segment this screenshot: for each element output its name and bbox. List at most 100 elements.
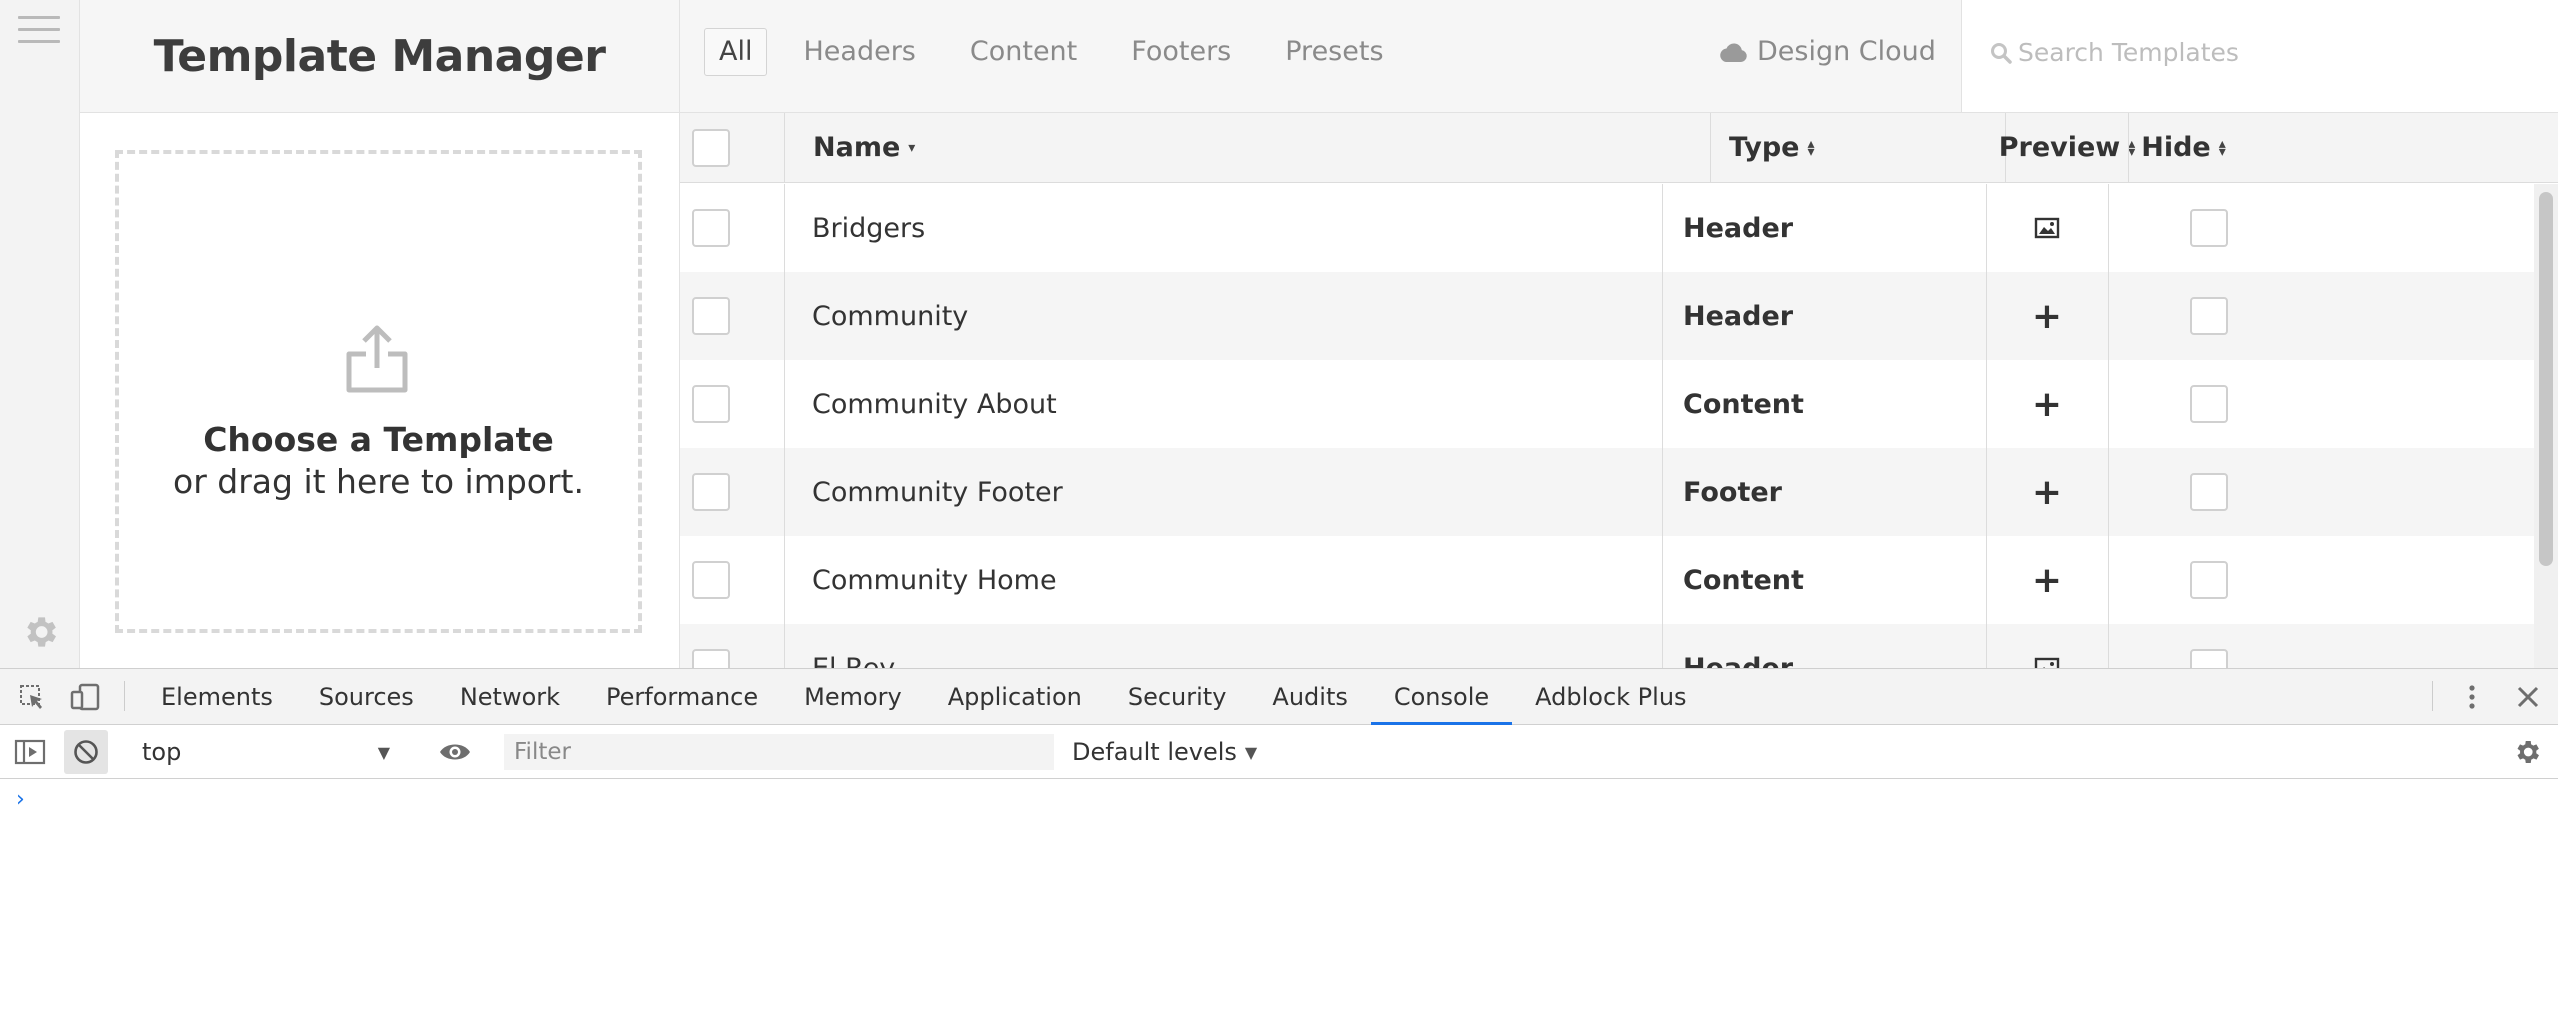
- cloud-icon: [1720, 42, 1747, 62]
- tab-headers[interactable]: Headers: [785, 28, 933, 76]
- more-options-icon[interactable]: [2460, 683, 2484, 711]
- template-name[interactable]: Community About: [812, 360, 1057, 448]
- row-select-checkbox[interactable]: [692, 473, 730, 511]
- row-select-checkbox[interactable]: [692, 649, 730, 668]
- console-settings-gear-icon[interactable]: [2512, 737, 2542, 767]
- table-scrollbar[interactable]: [2534, 184, 2558, 668]
- console-prompt[interactable]: ›: [16, 787, 25, 812]
- row-select-cell: [680, 184, 742, 272]
- hide-checkbox[interactable]: [2190, 561, 2228, 599]
- devtools-tab-performance[interactable]: Performance: [583, 669, 781, 725]
- hide-checkbox[interactable]: [2190, 385, 2228, 423]
- column-hide[interactable]: Hide ▴ ▾: [2128, 113, 2558, 182]
- table-row[interactable]: El Rey Header: [680, 624, 2534, 668]
- clear-console-button[interactable]: [64, 730, 108, 774]
- row-select-checkbox[interactable]: [692, 385, 730, 423]
- devtools-tab-audits[interactable]: Audits: [1249, 669, 1370, 725]
- hide-checkbox[interactable]: [2190, 649, 2228, 668]
- devtools-tab-elements[interactable]: Elements: [138, 669, 296, 725]
- tab-all[interactable]: All: [704, 28, 768, 76]
- scrollbar-thumb[interactable]: [2539, 192, 2553, 566]
- row-select-checkbox[interactable]: [692, 297, 730, 335]
- template-name[interactable]: Community: [812, 272, 968, 360]
- sort-icon: ▴ ▾: [1807, 135, 1815, 160]
- row-select-cell: [680, 360, 742, 448]
- table-row[interactable]: Community About Content +: [680, 360, 2534, 448]
- left-rail: [0, 0, 80, 668]
- column-divider: [1662, 536, 1663, 624]
- select-all-checkbox[interactable]: [692, 128, 730, 167]
- add-preview-icon: +: [2031, 295, 2063, 337]
- devtools-tab-sources[interactable]: Sources: [296, 669, 437, 725]
- console-filter-input[interactable]: [504, 734, 1054, 770]
- sort-icon: ▴ ▾: [2218, 135, 2226, 160]
- preview-cell[interactable]: [1986, 624, 2108, 668]
- hide-checkbox[interactable]: [2190, 473, 2228, 511]
- hide-checkbox[interactable]: [2190, 209, 2228, 247]
- template-name[interactable]: Community Home: [812, 536, 1057, 624]
- devtools-tab-security[interactable]: Security: [1105, 669, 1250, 725]
- template-type: Content: [1683, 564, 1804, 596]
- tab-presets[interactable]: Presets: [1267, 28, 1401, 76]
- device-toolbar-icon[interactable]: [70, 683, 102, 711]
- row-select-cell: [680, 448, 742, 536]
- row-select-checkbox[interactable]: [692, 561, 730, 599]
- column-divider: [784, 624, 785, 668]
- template-type: Footer: [1683, 476, 1782, 508]
- template-name[interactable]: El Rey: [812, 624, 895, 669]
- search-icon: [1991, 43, 2012, 64]
- hide-cell: [2108, 360, 2534, 448]
- hide-cell: [2108, 624, 2534, 668]
- preview-cell[interactable]: +: [1986, 272, 2108, 360]
- tab-content[interactable]: Content: [952, 28, 1095, 76]
- column-hide-label: Hide: [2141, 132, 2211, 163]
- live-expression-eye-icon[interactable]: [438, 740, 472, 764]
- hide-checkbox[interactable]: [2190, 297, 2228, 335]
- preview-cell[interactable]: [1986, 184, 2108, 272]
- row-select-checkbox[interactable]: [692, 209, 730, 247]
- devtools-tab-application[interactable]: Application: [925, 669, 1105, 725]
- log-levels-dropdown[interactable]: Default levels ▼: [1072, 733, 1257, 771]
- devtools-tab-memory[interactable]: Memory: [781, 669, 925, 725]
- image-preview-icon: [2034, 217, 2060, 239]
- design-cloud-button[interactable]: Design Cloud: [1718, 36, 1936, 67]
- devtools-tab-network[interactable]: Network: [437, 669, 583, 725]
- devtools-tab-console[interactable]: Console: [1370, 669, 1513, 725]
- preview-cell[interactable]: +: [1986, 360, 2108, 448]
- template-type: Header: [1683, 212, 1794, 244]
- dropzone-title[interactable]: Choose a Template: [119, 420, 638, 459]
- preview-cell[interactable]: +: [1986, 448, 2108, 536]
- column-divider: [784, 272, 785, 360]
- template-type: Header: [1683, 300, 1794, 332]
- table-row[interactable]: Bridgers Header: [680, 184, 2534, 272]
- show-sidebar-icon[interactable]: [14, 739, 46, 765]
- column-preview[interactable]: Preview ▴ ▾: [1999, 113, 2135, 182]
- tab-footers[interactable]: Footers: [1113, 28, 1249, 76]
- column-divider: [784, 536, 785, 624]
- column-divider: [1662, 272, 1663, 360]
- add-preview-icon: +: [2031, 559, 2063, 601]
- import-panel: Template Manager Choose a Template or dr…: [80, 0, 680, 668]
- search-input[interactable]: [2018, 30, 2518, 74]
- context-selector[interactable]: top ▼: [128, 733, 404, 771]
- settings-gear-icon[interactable]: [20, 612, 60, 652]
- clear-console-icon: [74, 740, 98, 764]
- template-dropzone[interactable]: Choose a Template or drag it here to imp…: [115, 150, 642, 633]
- page-title: Template Manager: [153, 30, 606, 82]
- column-divider: [1662, 624, 1663, 668]
- close-devtools-icon[interactable]: [2514, 683, 2542, 711]
- template-name[interactable]: Community Footer: [812, 448, 1063, 536]
- table-row[interactable]: Community Footer Footer +: [680, 448, 2534, 536]
- table-row[interactable]: Community Home Content +: [680, 536, 2534, 624]
- devtools-toolbar: Elements Sources Network Performance Memory A…: [0, 669, 2558, 725]
- inspect-element-icon[interactable]: [18, 683, 46, 711]
- column-divider: [784, 184, 785, 272]
- column-name[interactable]: Name ▾: [784, 113, 1710, 182]
- template-name[interactable]: Bridgers: [812, 184, 925, 272]
- preview-cell[interactable]: +: [1986, 536, 2108, 624]
- column-type-label: Type: [1729, 132, 1800, 163]
- devtools-tab-adblock-plus[interactable]: Adblock Plus: [1512, 669, 1709, 725]
- column-type[interactable]: Type ▴ ▾: [1710, 113, 2005, 182]
- hamburger-menu-icon[interactable]: [18, 16, 60, 46]
- table-row[interactable]: Community Header +: [680, 272, 2534, 360]
